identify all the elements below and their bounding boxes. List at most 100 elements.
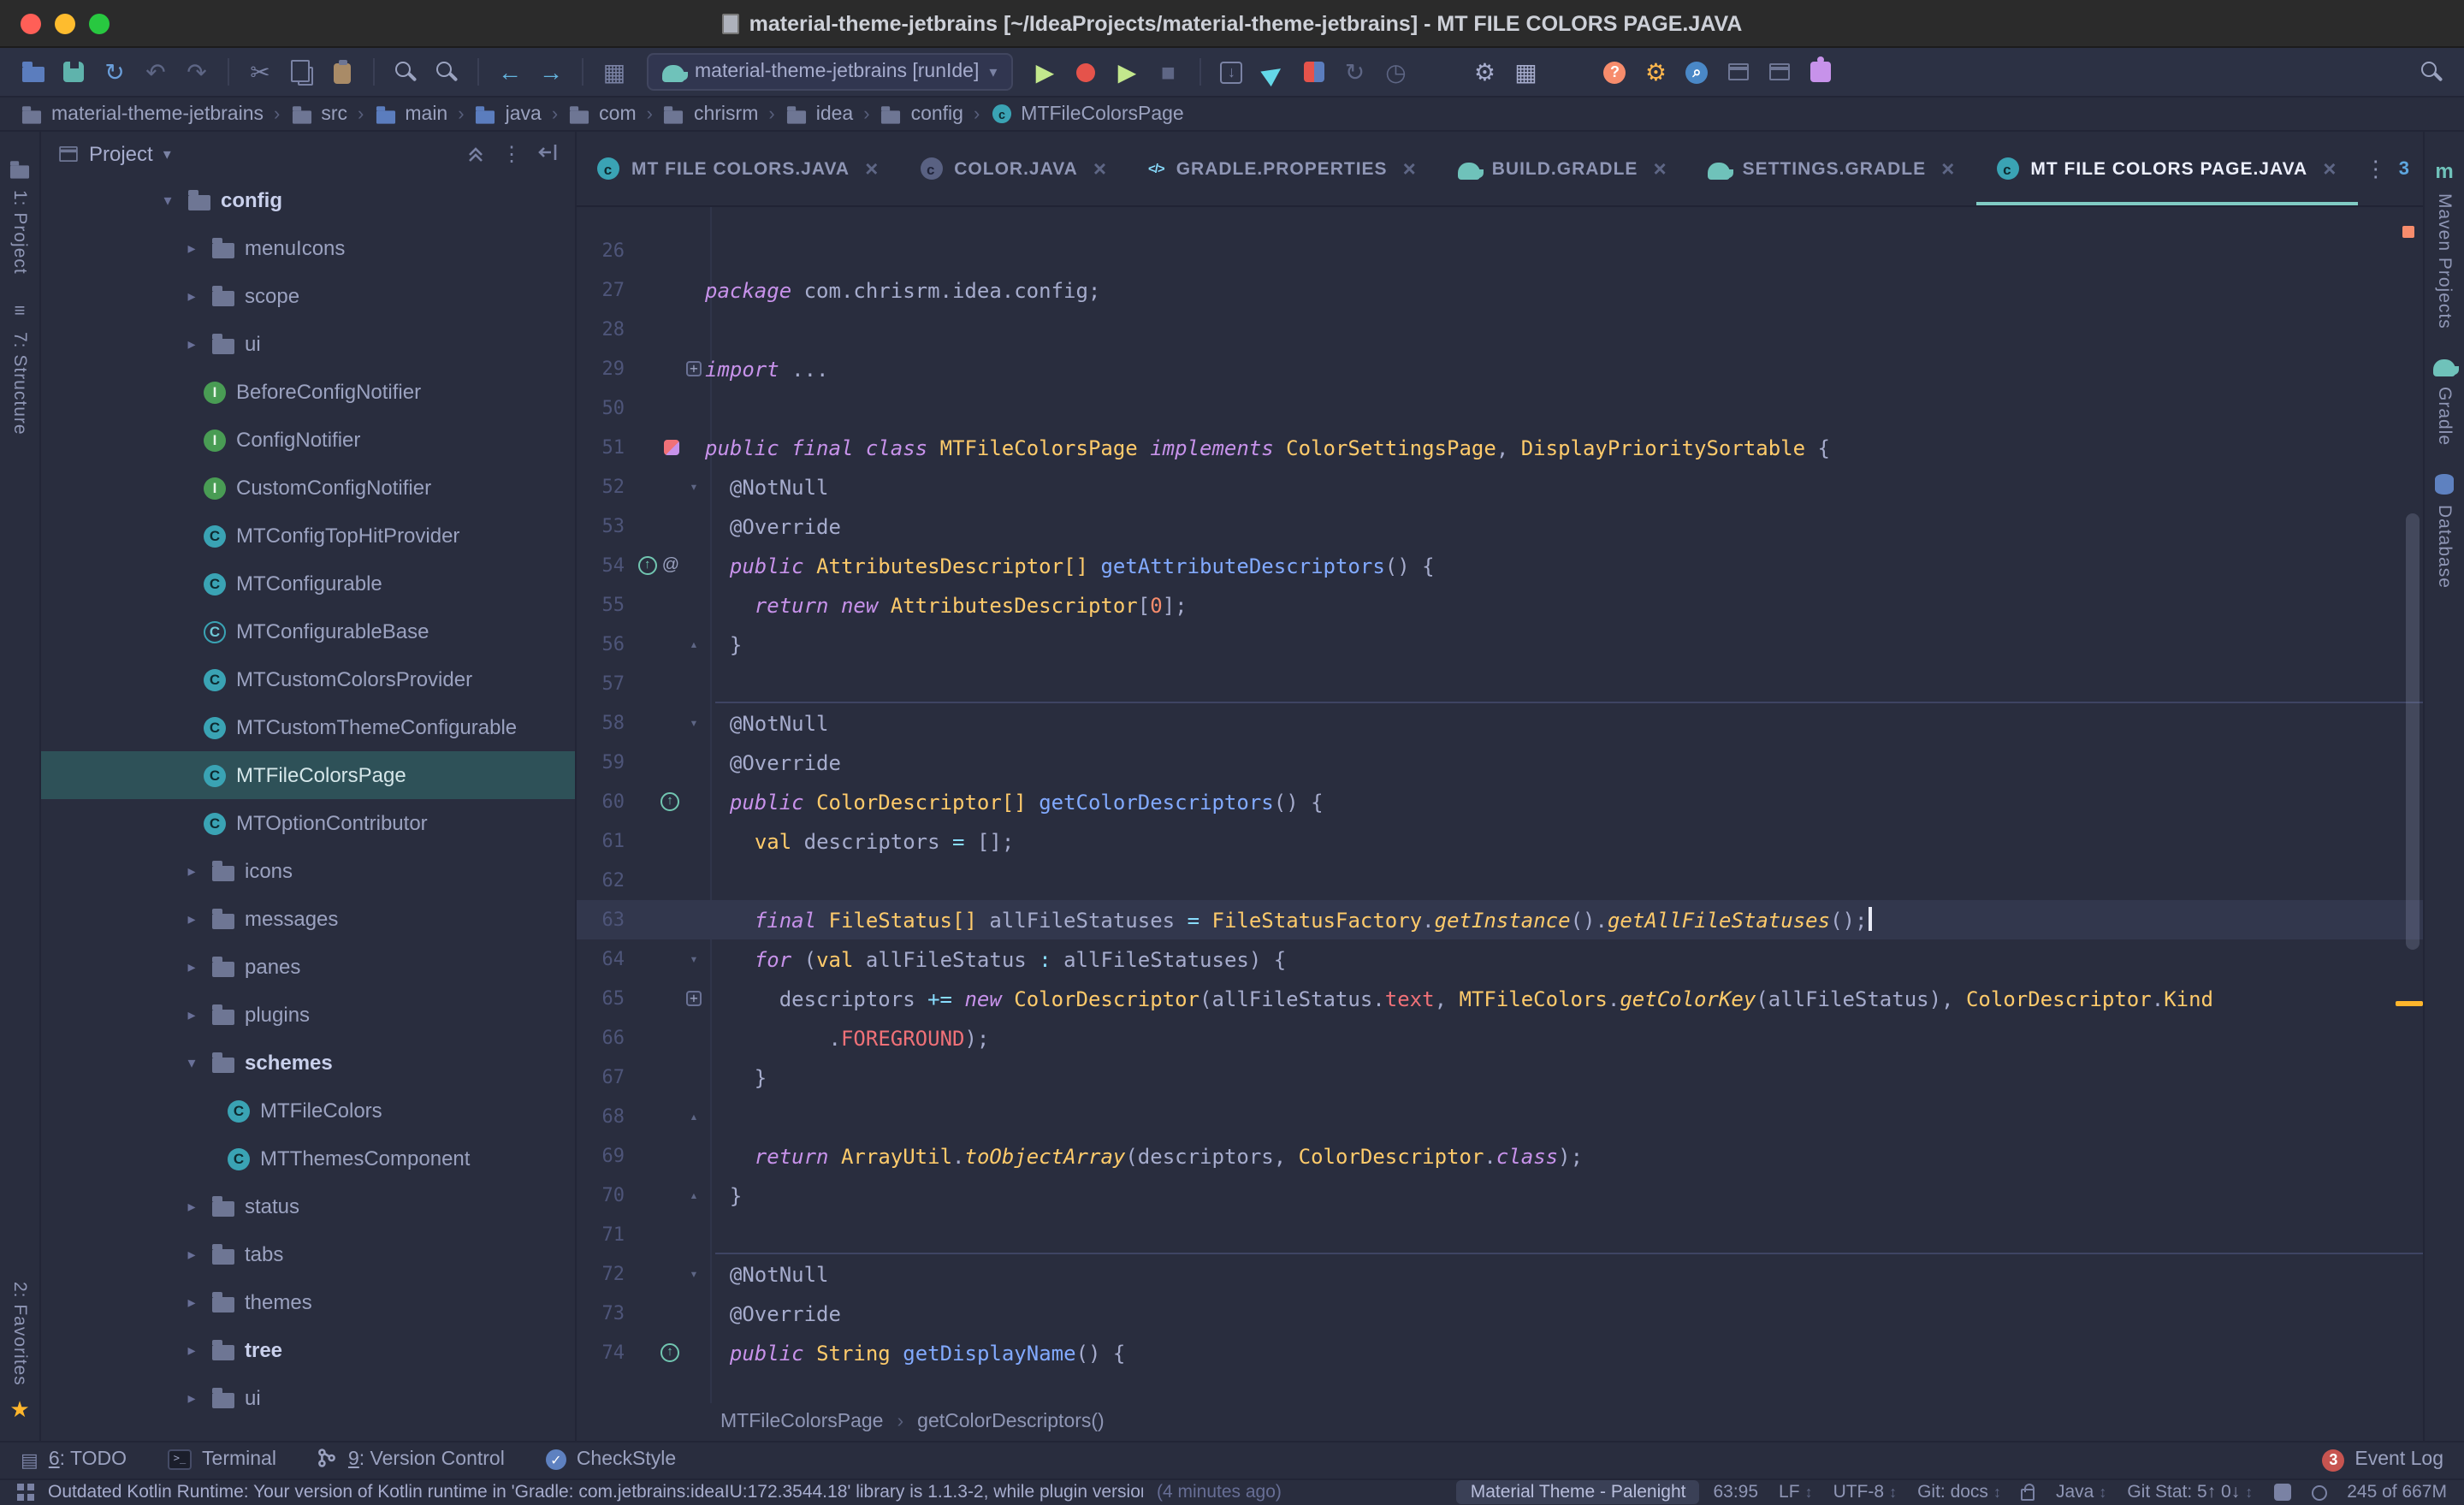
breadcrumb-item-idea[interactable]: idea xyxy=(782,104,857,124)
status-git-branch[interactable]: Git: docs ↕ xyxy=(1917,1482,2001,1502)
tree-item-schemes[interactable]: ▾ schemes xyxy=(41,1039,575,1087)
hide-panel-icon[interactable] xyxy=(537,141,558,167)
code-line-62[interactable]: 62 xyxy=(577,861,2423,900)
code-line-55[interactable]: 55 return new AttributesDescriptor[0]; xyxy=(577,585,2423,625)
deploy-icon[interactable]: ▶ xyxy=(1253,53,1291,91)
tool-window-button-checkstyle[interactable]: ✓ CheckStyle xyxy=(545,1449,676,1470)
run-icon[interactable]: ▶ xyxy=(1026,53,1063,91)
code-line-70[interactable]: 70 ▴ } xyxy=(577,1176,2423,1215)
chevron-right-icon[interactable]: ▸ xyxy=(181,910,202,928)
code-line-51[interactable]: 51 public final class MTFileColorsPage im… xyxy=(577,428,2423,467)
fold-region-end-icon[interactable]: ▴ xyxy=(690,1188,698,1203)
breadcrumb-item-java[interactable]: java xyxy=(471,104,545,124)
plugin-icon[interactable] xyxy=(1801,53,1839,91)
search-everywhere-icon[interactable]: ⌕ xyxy=(1678,53,1715,91)
tree-item-beforeconfignotifier[interactable]: I BeforeConfigNotifier xyxy=(41,368,575,416)
theme-widget[interactable]: Material Theme - Palenight xyxy=(1456,1480,1700,1504)
tool-button-gradle[interactable]: Gradle xyxy=(2433,357,2459,447)
status-background-tasks[interactable] xyxy=(2311,1484,2327,1500)
chevron-down-icon[interactable]: ▾ xyxy=(157,191,178,210)
code-line-56[interactable]: 56 ▴ } xyxy=(577,625,2423,664)
tool-button-1-project[interactable]: 1: Project xyxy=(9,159,31,275)
code-line-28[interactable]: 28 xyxy=(577,310,2423,349)
collapse-all-icon[interactable] xyxy=(465,141,486,167)
fold-region-start-icon[interactable]: ▾ xyxy=(690,951,698,967)
close-tab-icon[interactable]: × xyxy=(865,156,879,181)
close-tab-icon[interactable]: × xyxy=(1941,156,1955,181)
tree-item-ui[interactable]: ▸ ui xyxy=(41,320,575,368)
editor-breadcrumb-item[interactable]: getColorDescriptors() xyxy=(917,1411,1105,1431)
breadcrumb-item-com[interactable]: com xyxy=(565,104,639,124)
grid-icon[interactable]: ▦ xyxy=(595,53,633,91)
tool-button-7-structure[interactable]: ≡ 7: Structure xyxy=(9,302,30,436)
tool-window-button-terminal[interactable]: >_ Terminal xyxy=(168,1449,276,1470)
chevron-right-icon[interactable]: ▸ xyxy=(181,239,202,258)
code-line-65[interactable]: 65 + descriptors += new ColorDescriptor(a… xyxy=(577,979,2423,1018)
code-line-67[interactable]: 67 } xyxy=(577,1058,2423,1097)
tool-button-2-favorites[interactable]: 2: Favorites ★ xyxy=(9,1281,30,1423)
view-mode-icon[interactable]: ▦ xyxy=(1507,53,1544,91)
settings-dots-icon[interactable]: ⋮ xyxy=(501,142,522,166)
status-encoding[interactable]: UTF-8 ↕ xyxy=(1833,1482,1898,1502)
close-tab-icon[interactable]: × xyxy=(2323,156,2337,181)
tab-color-java[interactable]: c COLOR.JAVA × xyxy=(899,132,1128,205)
editor-breadcrumb-item[interactable]: MTFileColorsPage xyxy=(720,1411,883,1431)
code-line-52[interactable]: 52 ▾ @NotNull xyxy=(577,467,2423,507)
code-line-71[interactable]: 71 xyxy=(577,1215,2423,1254)
code-line-63[interactable]: 63 final FileStatus[] allFileStatuses = … xyxy=(577,900,2423,939)
tree-item-messages[interactable]: ▸ messages xyxy=(41,895,575,943)
tool-window-button-event-log[interactable]: 3 Event Log xyxy=(2322,1449,2443,1471)
tree-item-menuicons[interactable]: ▸ menuIcons xyxy=(41,224,575,272)
copy-icon[interactable] xyxy=(282,53,320,91)
close-tab-icon[interactable]: × xyxy=(1093,156,1107,181)
fold-region-end-icon[interactable]: ▴ xyxy=(690,1109,698,1124)
tab-mt-file-colors-page-java[interactable]: c MT FILE COLORS PAGE.JAVA × xyxy=(1975,132,2358,205)
cut-icon[interactable]: ✂ xyxy=(241,53,279,91)
undo-icon[interactable]: ↶ xyxy=(137,53,175,91)
chevron-right-icon[interactable]: ▸ xyxy=(181,1389,202,1407)
tool-window-button-9-version-control[interactable]: 9: Version Control xyxy=(317,1447,505,1472)
tree-item-mtconfigurable[interactable]: C MTConfigurable xyxy=(41,560,575,607)
override-gutter-icon[interactable]: ↑ xyxy=(660,792,679,811)
tree-item-scope[interactable]: ▸ scope xyxy=(41,272,575,320)
code-line-29[interactable]: 29 + import ... xyxy=(577,349,2423,388)
chevron-down-icon[interactable]: ▾ xyxy=(163,145,171,163)
close-tab-icon[interactable]: × xyxy=(1653,156,1667,181)
chevron-down-icon[interactable]: ▾ xyxy=(181,1053,202,1072)
fold-region-start-icon[interactable]: ▾ xyxy=(690,1266,698,1282)
scrollbar-thumb[interactable] xyxy=(2406,513,2420,950)
replace-icon[interactable] xyxy=(428,53,465,91)
code-line-61[interactable]: 61 val descriptors = []; xyxy=(577,821,2423,861)
tool-window-button-6-todo[interactable]: ▤ 6: TODO xyxy=(21,1449,127,1471)
tree-item-customconfignotifier[interactable]: I CustomConfigNotifier xyxy=(41,464,575,512)
code-line-73[interactable]: 73 @Override xyxy=(577,1294,2423,1333)
modified-stripe-mark[interactable] xyxy=(2396,1001,2423,1006)
history-icon[interactable]: ◷ xyxy=(1377,53,1414,91)
chevron-right-icon[interactable]: ▸ xyxy=(181,1005,202,1024)
status-caret-position[interactable]: 63:95 xyxy=(1713,1482,1758,1502)
chevron-right-icon[interactable]: ▸ xyxy=(181,287,202,305)
synchronize-icon[interactable]: ↻ xyxy=(96,53,133,91)
code-line-59[interactable]: 59 @Override xyxy=(577,743,2423,782)
tree-item-mtfilecolorspage[interactable]: C MTFileColorsPage xyxy=(41,751,575,799)
breadcrumb-item-config[interactable]: config xyxy=(877,104,967,124)
status-language[interactable]: Java ↕ xyxy=(2056,1482,2106,1502)
error-stripe-mark[interactable] xyxy=(2402,226,2414,238)
code-line-58[interactable]: 58 ▾ @NotNull xyxy=(577,702,2423,743)
fold-expand-icon[interactable]: + xyxy=(686,361,702,376)
breadcrumb-item-material-theme-jetbrains[interactable]: material-theme-jetbrains xyxy=(17,104,267,124)
tree-item-plugins[interactable]: ▸ plugins xyxy=(41,991,575,1039)
more-tabs-icon[interactable]: ⋮ xyxy=(2365,155,2387,182)
tab-build-gradle[interactable]: BUILD.GRADLE × xyxy=(1437,132,1688,205)
status-inspections-profile[interactable] xyxy=(2273,1484,2291,1501)
code-line-68[interactable]: 68 ▴ xyxy=(577,1097,2423,1136)
fold-region-start-icon[interactable]: ▾ xyxy=(690,715,698,731)
chevron-right-icon[interactable]: ▸ xyxy=(181,862,202,880)
hidden-tabs-count[interactable]: 3 xyxy=(2399,158,2409,179)
code-line-69[interactable]: 69 return ArrayUtil.toObjectArray(descri… xyxy=(577,1136,2423,1176)
debug-icon[interactable] xyxy=(1067,53,1105,91)
override-gutter-icon[interactable]: ↑ xyxy=(660,1343,679,1362)
chevron-right-icon[interactable]: ▸ xyxy=(181,1245,202,1264)
status-line-ending[interactable]: LF ↕ xyxy=(1779,1482,1813,1502)
rerun-icon[interactable]: ↻ xyxy=(1336,53,1373,91)
